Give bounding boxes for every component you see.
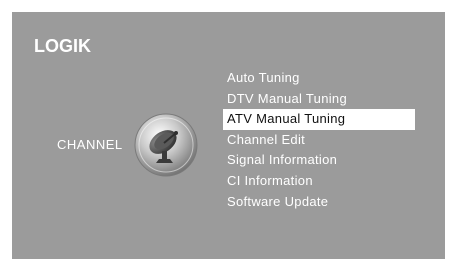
section-label-channel: CHANNEL <box>57 137 123 152</box>
menu-item-dtv-manual-tuning[interactable]: DTV Manual Tuning <box>223 89 415 110</box>
menu-item-auto-tuning[interactable]: Auto Tuning <box>223 68 415 89</box>
menu-item-channel-edit[interactable]: Channel Edit <box>223 130 415 151</box>
menu-item-signal-information[interactable]: Signal Information <box>223 150 415 171</box>
menu-item-atv-manual-tuning[interactable]: ATV Manual Tuning <box>223 109 415 130</box>
logik-logo: LOGIK <box>34 36 91 56</box>
tv-menu-screen: LOGIK CHANNEL Auto Tuning DTV Manual Tun… <box>12 12 445 259</box>
satellite-dish-icon <box>134 113 198 177</box>
channel-menu: Auto Tuning DTV Manual Tuning ATV Manual… <box>223 68 415 212</box>
menu-item-ci-information[interactable]: CI Information <box>223 171 415 192</box>
menu-item-software-update[interactable]: Software Update <box>223 192 415 213</box>
